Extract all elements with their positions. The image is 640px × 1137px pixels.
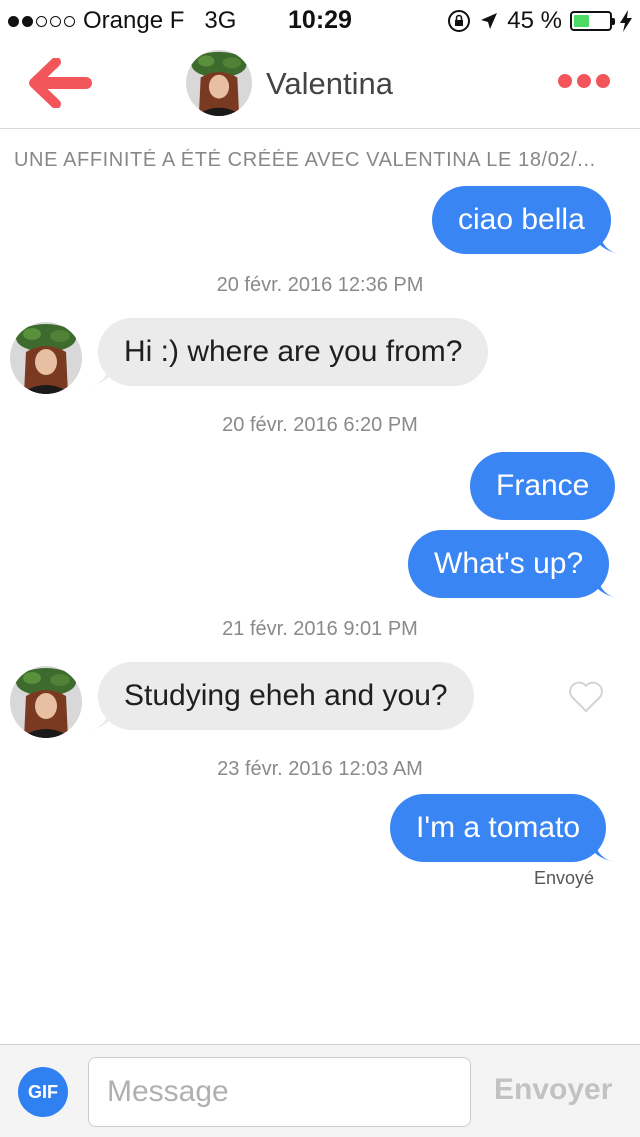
status-right: 45 % — [447, 7, 632, 35]
bubble-tail — [597, 576, 620, 598]
message-input[interactable] — [88, 1057, 471, 1127]
message-text: What's up? — [434, 547, 584, 580]
incoming-message[interactable]: Studying eheh and you? — [88, 662, 474, 730]
incoming-message[interactable]: Hi :) where are you from? — [88, 318, 489, 386]
more-dot — [577, 74, 591, 88]
location-arrow-icon — [481, 13, 498, 29]
sender-avatar[interactable] — [10, 322, 82, 394]
bubble-tail — [594, 840, 617, 862]
bubble-tail — [88, 364, 110, 386]
message-timestamp: 20 févr. 2016 6:20 PM — [222, 414, 418, 436]
message-text: I'm a tomato — [416, 811, 581, 844]
outgoing-message[interactable]: France — [470, 452, 616, 520]
match-banner: UNE AFFINITÉ A ÉTÉ CRÉÉE AVEC VALENTINA … — [14, 149, 596, 171]
outgoing-message[interactable]: I'm a tomato — [390, 794, 617, 862]
more-options-button[interactable] — [558, 74, 610, 88]
heart-like-icon[interactable] — [566, 676, 606, 716]
battery-level — [574, 15, 590, 27]
send-button[interactable]: Envoyer — [494, 1073, 612, 1107]
sender-avatar[interactable] — [10, 666, 82, 738]
avatar-photo — [10, 322, 82, 394]
message-timestamp: 20 févr. 2016 12:36 PM — [216, 274, 424, 296]
message-text: Studying eheh and you? — [124, 679, 448, 712]
avatar-photo — [186, 50, 252, 116]
message-text: Hi :) where are you from? — [124, 335, 463, 368]
status-bar: Orange F 3G 10:29 45 % — [0, 0, 640, 40]
battery-percent: 45 % — [507, 7, 562, 34]
more-dot — [596, 74, 610, 88]
outgoing-message[interactable]: What's up? — [408, 530, 620, 598]
message-timestamp: 23 févr. 2016 12:03 AM — [217, 758, 423, 780]
rotation-lock-icon — [448, 10, 471, 32]
message-text: ciao bella — [458, 203, 585, 236]
outgoing-message[interactable]: ciao bella — [432, 186, 621, 254]
more-dots-icon — [558, 74, 572, 88]
bubble-tail — [88, 708, 110, 730]
message-composer: GIF Envoyer — [0, 1044, 640, 1137]
battery-icon — [570, 11, 615, 31]
charging-bolt-icon — [620, 10, 632, 32]
message-text: France — [496, 469, 590, 502]
conversation-title[interactable]: Valentina — [266, 66, 393, 102]
bubble-tail — [598, 232, 621, 254]
message-timestamp: 21 févr. 2016 9:01 PM — [222, 618, 418, 640]
back-arrow-icon[interactable] — [28, 58, 94, 108]
nav-bar: Valentina — [0, 40, 640, 129]
gif-button[interactable]: GIF — [18, 1067, 68, 1117]
match-avatar[interactable] — [186, 50, 252, 116]
sent-status: Envoyé — [534, 868, 595, 888]
avatar-photo — [10, 666, 82, 738]
